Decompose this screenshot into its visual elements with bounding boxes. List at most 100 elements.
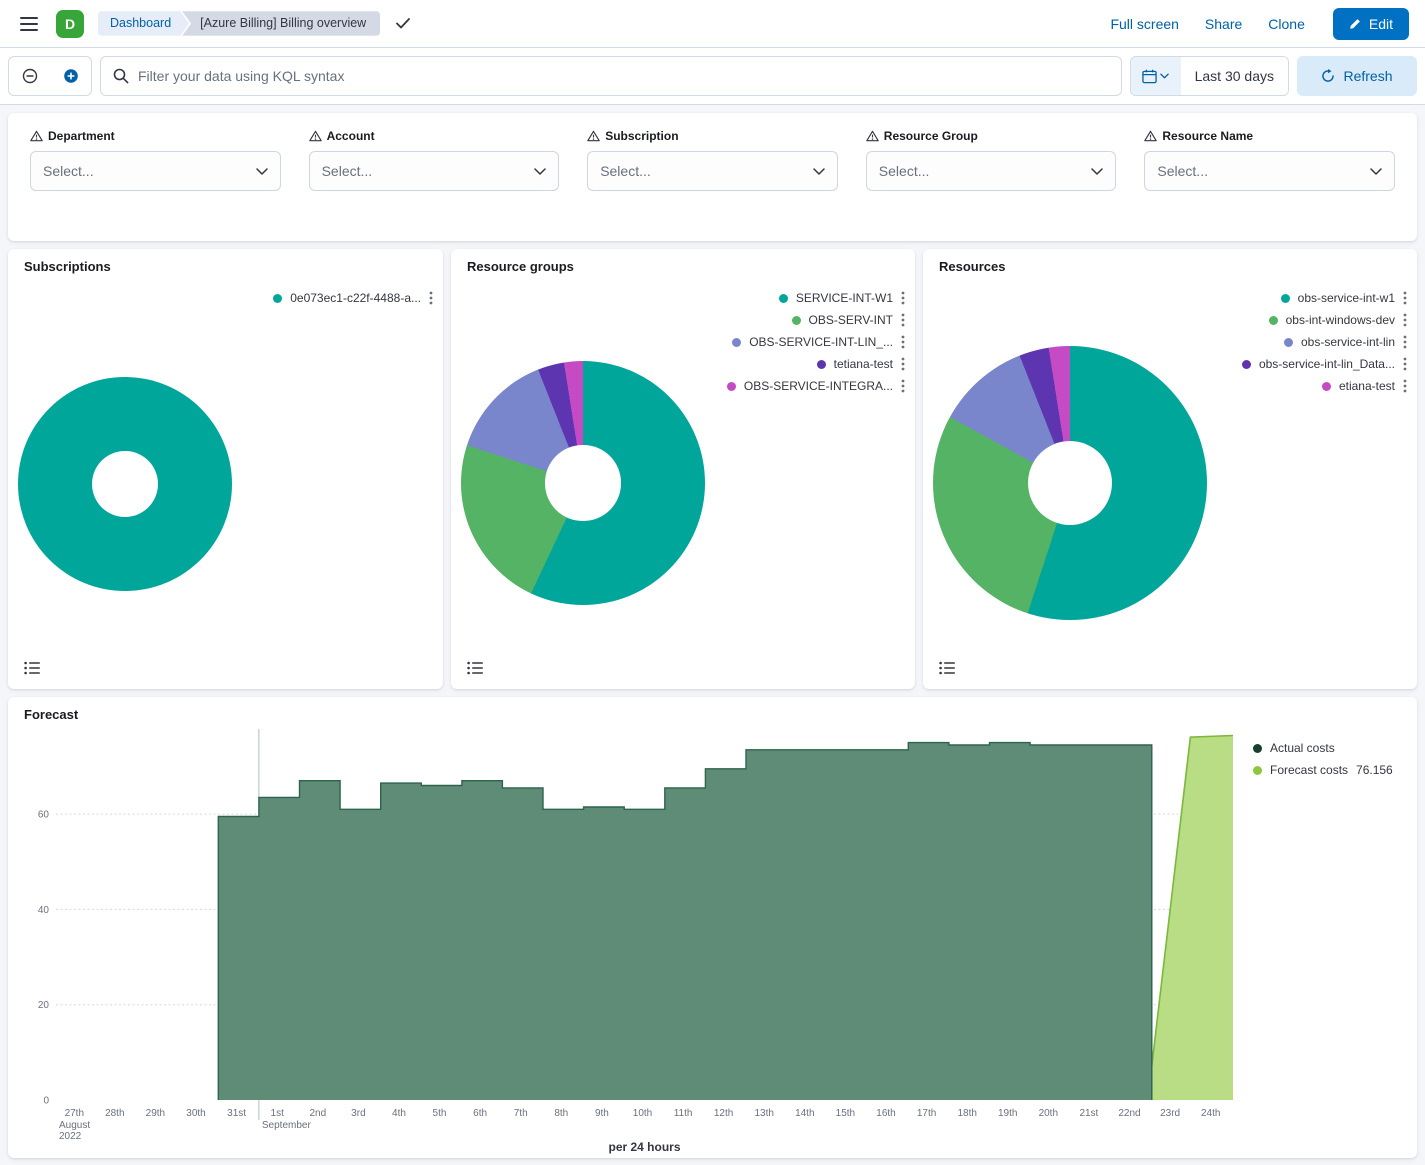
add-control-button[interactable] <box>50 57 91 95</box>
legend-menu-icon[interactable] <box>1403 334 1407 350</box>
legend-menu-icon[interactable] <box>901 312 905 328</box>
menu-button[interactable] <box>16 13 42 35</box>
legend-item[interactable]: obs-service-int-lin_Data... <box>1242 353 1407 375</box>
legend-item[interactable]: OBS-SERVICE-INT-LIN_... <box>732 331 905 353</box>
subscriptions-panel: Subscriptions 0e073ec1-c22f-4488-a... <box>8 249 443 689</box>
legend-item[interactable]: Forecast costs76.156 <box>1253 759 1393 781</box>
x-tick-label: 22nd <box>1118 1108 1140 1119</box>
donut-chart[interactable] <box>461 361 705 605</box>
x-tick-label: 14th <box>795 1108 814 1119</box>
donut-chart[interactable] <box>933 346 1207 620</box>
legend-menu-icon[interactable] <box>901 334 905 350</box>
legend-label[interactable]: SERVICE-INT-W1 <box>796 291 893 305</box>
resource-name-select[interactable]: Select... <box>1144 151 1395 191</box>
legend-label[interactable]: obs-service-int-w1 <box>1298 291 1395 305</box>
filter-label: Department <box>30 129 281 143</box>
legend-menu-icon[interactable] <box>901 378 905 394</box>
legend-menu-icon[interactable] <box>1403 312 1407 328</box>
x-tick-label: 13th <box>754 1108 773 1119</box>
legend-menu-icon[interactable] <box>1403 378 1407 394</box>
select-placeholder: Select... <box>600 163 651 179</box>
space-avatar[interactable]: D <box>56 10 84 38</box>
legend-label[interactable]: obs-int-windows-dev <box>1286 313 1395 327</box>
x-tick-label: 24th <box>1201 1108 1220 1119</box>
legend-label[interactable]: OBS-SERVICE-INTEGRA... <box>744 379 893 393</box>
forecast-area-chart[interactable]: 020406027th28th29th30th31st1st2nd3rd4th5… <box>16 723 1256 1153</box>
legend-item[interactable]: Actual costs <box>1253 737 1335 759</box>
control-settings-button[interactable] <box>9 57 50 95</box>
legend-item[interactable]: etiana-test <box>1322 375 1407 397</box>
donut-hole <box>1028 441 1112 525</box>
x-tick-label: 5th <box>433 1108 447 1119</box>
x-sub-label: August <box>59 1120 90 1131</box>
legend-label[interactable]: Forecast costs <box>1270 763 1348 777</box>
x-tick-label: 1st <box>271 1108 285 1119</box>
legend-item[interactable]: SERVICE-INT-W1 <box>779 287 905 309</box>
date-range-button[interactable]: Last 30 days <box>1181 57 1288 95</box>
refresh-button[interactable]: Refresh <box>1297 56 1417 96</box>
legend-label[interactable]: etiana-test <box>1339 379 1395 393</box>
filter-control-account: Account Select... <box>309 129 560 191</box>
x-tick-label: 12th <box>714 1108 733 1119</box>
resource-group-select[interactable]: Select... <box>866 151 1117 191</box>
filter-label: Subscription <box>587 129 838 143</box>
x-tick-label: 20th <box>1039 1108 1058 1119</box>
x-sub-label: September <box>262 1120 312 1131</box>
breadcrumb-current[interactable]: [Azure Billing] Billing overview <box>182 11 380 36</box>
select-placeholder: Select... <box>1157 163 1208 179</box>
full-screen-link[interactable]: Full screen <box>1110 16 1178 32</box>
legend-toggle-button[interactable] <box>935 657 959 679</box>
account-select[interactable]: Select... <box>309 151 560 191</box>
subscription-select[interactable]: Select... <box>587 151 838 191</box>
legend-item[interactable]: obs-service-int-lin <box>1284 331 1407 353</box>
x-tick-label: 4th <box>392 1108 406 1119</box>
breadcrumb-dashboard[interactable]: Dashboard <box>98 11 189 36</box>
legend-label[interactable]: 0e073ec1-c22f-4488-a... <box>290 291 421 305</box>
date-picker-calendar-button[interactable] <box>1131 57 1181 95</box>
x-tick-label: 7th <box>514 1108 528 1119</box>
y-tick-label: 40 <box>38 905 50 916</box>
legend-toggle-button[interactable] <box>463 657 487 679</box>
breadcrumb: Dashboard [Azure Billing] Billing overvi… <box>98 11 380 36</box>
department-select[interactable]: Select... <box>30 151 281 191</box>
donut-chart[interactable] <box>18 377 232 591</box>
legend-label[interactable]: OBS-SERVICE-INT-LIN_... <box>749 335 893 349</box>
legend-label[interactable]: obs-service-int-lin_Data... <box>1259 357 1395 371</box>
saved-check-icon[interactable] <box>396 18 410 29</box>
legend-swatch <box>1281 294 1290 303</box>
legend-item[interactable]: 0e073ec1-c22f-4488-a... <box>273 287 433 309</box>
kql-search-input[interactable] <box>138 68 1109 84</box>
legend-swatch <box>1269 316 1278 325</box>
resource-groups-panel: Resource groups SERVICE-INT-W1OBS-SERV-I… <box>451 249 915 689</box>
legend-label[interactable]: obs-service-int-lin <box>1301 335 1395 349</box>
forecast-panel: Forecast Actual costsForecast costs76.15… <box>8 697 1417 1158</box>
legend-menu-icon[interactable] <box>1403 290 1407 306</box>
legend-menu-icon[interactable] <box>901 290 905 306</box>
filter-label-text: Department <box>48 129 115 143</box>
kql-search-box <box>100 56 1122 96</box>
legend-menu-icon[interactable] <box>429 290 433 306</box>
filter-label-text: Resource Group <box>884 129 978 143</box>
x-tick-label: 15th <box>836 1108 855 1119</box>
legend-menu-icon[interactable] <box>1403 356 1407 372</box>
legend-item[interactable]: tetiana-test <box>817 353 905 375</box>
x-tick-label: 31st <box>227 1108 246 1119</box>
legend-label[interactable]: tetiana-test <box>834 357 893 371</box>
legend-label[interactable]: Actual costs <box>1270 741 1335 755</box>
legend-toggle-button[interactable] <box>20 657 44 679</box>
app-header: D Dashboard [Azure Billing] Billing over… <box>0 0 1425 48</box>
chevron-down-icon <box>256 168 268 175</box>
chevron-down-icon <box>1370 168 1382 175</box>
legend-item[interactable]: obs-int-windows-dev <box>1269 309 1407 331</box>
edit-button[interactable]: Edit <box>1333 8 1409 40</box>
legend-menu-icon[interactable] <box>901 356 905 372</box>
legend-item[interactable]: obs-service-int-w1 <box>1281 287 1407 309</box>
legend-item[interactable]: OBS-SERV-INT <box>792 309 905 331</box>
panel-title: Resources <box>939 259 1005 274</box>
chart-legend: obs-service-int-w1 obs-int-windows-dev obs… <box>1242 287 1407 397</box>
share-link[interactable]: Share <box>1205 16 1242 32</box>
x-tick-label: 2nd <box>309 1108 326 1119</box>
legend-item[interactable]: OBS-SERVICE-INTEGRA... <box>727 375 905 397</box>
clone-link[interactable]: Clone <box>1268 16 1305 32</box>
legend-label[interactable]: OBS-SERV-INT <box>809 313 893 327</box>
